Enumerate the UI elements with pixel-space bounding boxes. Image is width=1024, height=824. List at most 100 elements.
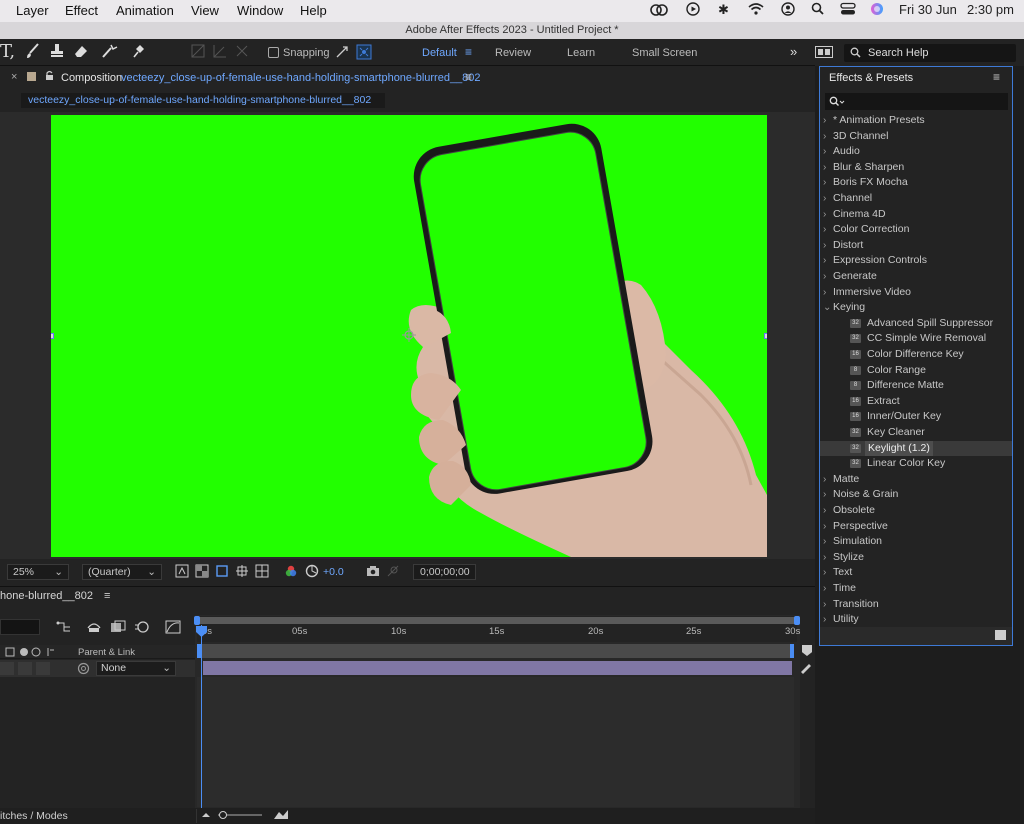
effect-item[interactable]: 16 Extract bbox=[820, 394, 1012, 410]
exposure-value[interactable]: +0.0 bbox=[323, 566, 344, 578]
effect-category[interactable]: › * Animation Presets bbox=[820, 113, 1012, 129]
effect-item[interactable]: 32 Advanced Spill Suppressor bbox=[820, 316, 1012, 332]
chevron-down-icon[interactable]: ⌄ bbox=[823, 300, 831, 315]
chevron-right-icon[interactable]: › bbox=[823, 191, 826, 206]
eraser-tool-icon[interactable] bbox=[73, 43, 89, 63]
snapshot-camera-icon[interactable] bbox=[366, 564, 380, 581]
chevron-right-icon[interactable]: › bbox=[823, 207, 826, 222]
spotlight-search-icon[interactable] bbox=[811, 2, 824, 18]
effect-category[interactable]: ⌄ Keying bbox=[820, 300, 1012, 316]
chevron-right-icon[interactable]: › bbox=[823, 581, 826, 596]
toggle-switches-modes[interactable]: itches / Modes bbox=[0, 810, 68, 822]
menubar-time[interactable]: 2:30 pm bbox=[967, 2, 1014, 17]
chevron-right-icon[interactable]: › bbox=[823, 160, 826, 175]
graph-editor-icon[interactable] bbox=[165, 620, 181, 637]
siri-icon[interactable] bbox=[870, 2, 884, 19]
grid-guides-icon[interactable] bbox=[255, 564, 269, 581]
chevron-right-icon[interactable]: › bbox=[823, 175, 826, 190]
effect-category[interactable]: › 3D Channel bbox=[820, 129, 1012, 145]
control-center-icon[interactable] bbox=[840, 2, 856, 19]
show-snapshot-icon[interactable] bbox=[386, 564, 400, 581]
workspace-default[interactable]: Default bbox=[422, 47, 457, 59]
effect-category[interactable]: › Audio bbox=[820, 144, 1012, 160]
mask-visibility-icon[interactable] bbox=[215, 564, 229, 581]
reset-exposure-icon[interactable] bbox=[305, 564, 319, 581]
parent-link-header[interactable]: Parent & Link bbox=[78, 647, 135, 658]
creative-cloud-icon[interactable] bbox=[650, 2, 668, 19]
effect-item[interactable]: 8 Difference Matte bbox=[820, 378, 1012, 394]
effect-category[interactable]: › Color Correction bbox=[820, 222, 1012, 238]
effect-item[interactable]: 32 CC Simple Wire Removal bbox=[820, 331, 1012, 347]
effect-category[interactable]: › Perspective bbox=[820, 519, 1012, 535]
effect-item[interactable]: 16 Color Difference Key bbox=[820, 347, 1012, 363]
panel-menu-icon[interactable]: ≡ bbox=[465, 70, 472, 84]
effect-category[interactable]: › Immersive Video bbox=[820, 285, 1012, 301]
fast-previews-icon[interactable] bbox=[175, 564, 189, 581]
effect-item[interactable]: 8 Color Range bbox=[820, 363, 1012, 379]
menu-window[interactable]: Window bbox=[237, 3, 283, 18]
effect-category[interactable]: › Channel bbox=[820, 191, 1012, 207]
effect-item[interactable]: 32 Key Cleaner bbox=[820, 425, 1012, 441]
chevron-right-icon[interactable]: › bbox=[823, 503, 826, 518]
effect-category[interactable]: › Simulation bbox=[820, 534, 1012, 550]
snap-edges-icon[interactable] bbox=[335, 45, 349, 62]
chevron-right-icon[interactable]: › bbox=[823, 612, 826, 627]
effect-item[interactable]: 16 Inner/Outer Key bbox=[820, 409, 1012, 425]
snap-features-icon[interactable] bbox=[356, 44, 372, 64]
timeline-search-input[interactable] bbox=[0, 619, 40, 635]
pick-whip-icon[interactable] bbox=[77, 662, 90, 678]
effect-category[interactable]: › Boris FX Mocha bbox=[820, 175, 1012, 191]
effect-category[interactable]: › Obsolete bbox=[820, 503, 1012, 519]
zoom-out-icon[interactable] bbox=[200, 810, 212, 823]
wifi-icon[interactable] bbox=[748, 2, 764, 18]
effect-category[interactable]: › Cinema 4D bbox=[820, 207, 1012, 223]
menu-animation[interactable]: Animation bbox=[116, 3, 174, 18]
layer-solo-toggle[interactable] bbox=[18, 662, 32, 675]
search-help-input[interactable]: Search Help bbox=[844, 44, 1016, 62]
transform-handle-right[interactable] bbox=[764, 333, 767, 339]
layer-end-pencil-icon[interactable] bbox=[799, 662, 813, 677]
current-time-display[interactable]: 0;00;00;00 bbox=[413, 564, 476, 580]
workspace-review[interactable]: Review bbox=[495, 47, 531, 59]
label-color-swatch[interactable] bbox=[27, 72, 36, 81]
composition-tab-name[interactable]: vecteezy_close-up-of-female-use-hand-hol… bbox=[121, 72, 481, 84]
workspace-overflow-icon[interactable]: » bbox=[790, 44, 797, 59]
motion-blur-icon[interactable] bbox=[134, 620, 150, 637]
layer-row[interactable]: None ⌄ bbox=[0, 660, 195, 677]
parent-dropdown[interactable]: None ⌄ bbox=[96, 661, 176, 676]
magnification-dropdown[interactable]: 25% ⌄ bbox=[7, 564, 69, 580]
chevron-right-icon[interactable]: › bbox=[823, 519, 826, 534]
panel-menu-icon[interactable]: ≡ bbox=[993, 70, 1000, 84]
effects-search-input[interactable] bbox=[825, 93, 1008, 110]
brush-tool-icon[interactable] bbox=[26, 43, 40, 63]
transform-handle-left[interactable] bbox=[51, 333, 54, 339]
effect-category[interactable]: › Time bbox=[820, 581, 1012, 597]
composition-tab-label[interactable]: Composition bbox=[61, 72, 122, 84]
menu-layer[interactable]: Layer bbox=[16, 3, 49, 18]
region-of-interest-icon[interactable] bbox=[235, 564, 249, 581]
chevron-right-icon[interactable]: › bbox=[823, 113, 826, 128]
menu-help[interactable]: Help bbox=[300, 3, 327, 18]
chevron-right-icon[interactable]: › bbox=[823, 550, 826, 565]
clone-stamp-tool-icon[interactable] bbox=[50, 43, 64, 63]
lock-icon[interactable] bbox=[45, 70, 54, 84]
zoom-in-icon[interactable] bbox=[272, 809, 290, 824]
timeline-empty-area[interactable] bbox=[197, 677, 794, 807]
resolution-dropdown[interactable]: (Quarter) ⌄ bbox=[82, 564, 162, 580]
chevron-right-icon[interactable]: › bbox=[823, 565, 826, 580]
puppet-pin-tool-icon[interactable] bbox=[130, 43, 146, 63]
snapping-checkbox[interactable] bbox=[268, 47, 279, 58]
layer-visibility-toggle[interactable] bbox=[0, 662, 14, 675]
workspace-small-screen[interactable]: Small Screen bbox=[632, 47, 697, 59]
effect-category[interactable]: › Transition bbox=[820, 597, 1012, 613]
effect-category[interactable]: › Utility bbox=[820, 612, 1012, 628]
play-circle-icon[interactable] bbox=[686, 2, 700, 19]
chevron-right-icon[interactable]: › bbox=[823, 144, 826, 159]
chevron-right-icon[interactable]: › bbox=[823, 253, 826, 268]
chevron-right-icon[interactable]: › bbox=[823, 129, 826, 144]
frame-blending-icon[interactable] bbox=[110, 620, 126, 637]
bluetooth-icon[interactable]: ✱ bbox=[718, 2, 729, 18]
close-tab-icon[interactable]: × bbox=[11, 71, 17, 83]
effect-category[interactable]: › Matte bbox=[820, 472, 1012, 488]
effect-category[interactable]: › Generate bbox=[820, 269, 1012, 285]
